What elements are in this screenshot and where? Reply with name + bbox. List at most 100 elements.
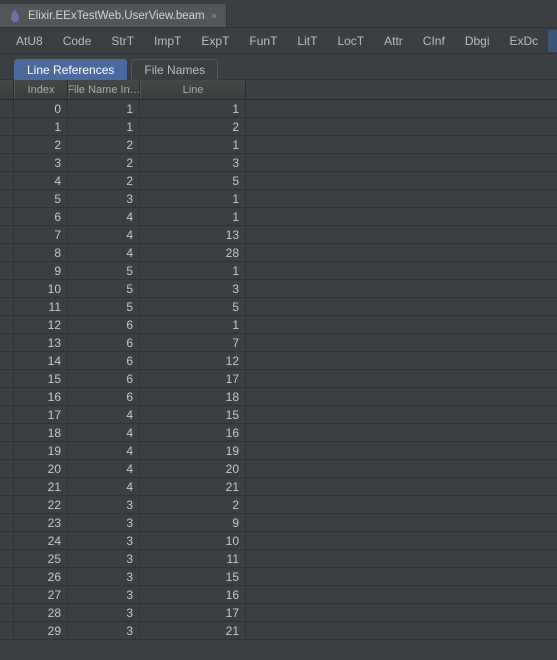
column-header-line[interactable]: Line	[140, 80, 246, 99]
table-row[interactable]: 8428	[0, 244, 557, 262]
row-gutter	[0, 136, 14, 153]
cell-file-name-index: 1	[68, 118, 140, 135]
sub-tab-line-references[interactable]: Line References	[14, 59, 127, 80]
cell-file-name-index: 3	[68, 514, 140, 531]
table-row[interactable]: 25311	[0, 550, 557, 568]
cell-index: 16	[14, 388, 68, 405]
table-row[interactable]: 29321	[0, 622, 557, 640]
chunk-tab-litt[interactable]: LitT	[287, 30, 327, 52]
cell-index: 2	[14, 136, 68, 153]
cell-line: 18	[140, 388, 246, 405]
cell-file-name-index: 4	[68, 406, 140, 423]
row-gutter	[0, 118, 14, 135]
table-row[interactable]: 2232	[0, 496, 557, 514]
cell-line: 15	[140, 568, 246, 585]
column-header-index[interactable]: Index	[14, 80, 68, 99]
row-gutter	[0, 208, 14, 225]
cell-index: 25	[14, 550, 68, 567]
table-row[interactable]: 21421	[0, 478, 557, 496]
cell-file-name-index: 3	[68, 496, 140, 513]
cell-line: 1	[140, 190, 246, 207]
cell-file-name-index: 1	[68, 100, 140, 117]
chunk-tab-dbgi[interactable]: Dbgi	[455, 30, 500, 52]
table-row[interactable]: 1261	[0, 316, 557, 334]
cell-file-name-index: 4	[68, 442, 140, 459]
row-gutter	[0, 100, 14, 117]
cell-line: 2	[140, 118, 246, 135]
row-gutter	[0, 262, 14, 279]
table-row[interactable]: 26315	[0, 568, 557, 586]
close-icon[interactable]: ×	[211, 9, 218, 23]
table-row[interactable]: 641	[0, 208, 557, 226]
chunk-tab-impt[interactable]: ImpT	[144, 30, 191, 52]
table-row[interactable]: 28317	[0, 604, 557, 622]
table-row[interactable]: 27316	[0, 586, 557, 604]
row-gutter	[0, 334, 14, 351]
table-row[interactable]: 011	[0, 100, 557, 118]
cell-index: 24	[14, 532, 68, 549]
table-row[interactable]: 1155	[0, 298, 557, 316]
row-gutter	[0, 460, 14, 477]
table-row[interactable]: 531	[0, 190, 557, 208]
cell-line: 5	[140, 298, 246, 315]
table-row[interactable]: 17415	[0, 406, 557, 424]
cell-line: 17	[140, 370, 246, 387]
row-gutter	[0, 514, 14, 531]
table-row[interactable]: 1053	[0, 280, 557, 298]
table-row[interactable]: 951	[0, 262, 557, 280]
chunk-tab-attr[interactable]: Attr	[374, 30, 413, 52]
table-row[interactable]: 14612	[0, 352, 557, 370]
cell-file-name-index: 2	[68, 154, 140, 171]
cell-index: 27	[14, 586, 68, 603]
table-row[interactable]: 1367	[0, 334, 557, 352]
file-tab[interactable]: Elixir.EExTestWeb.UserView.beam ×	[0, 4, 227, 27]
column-header-file-name-index[interactable]: File Name In…	[68, 80, 140, 99]
row-gutter	[0, 388, 14, 405]
cell-line: 5	[140, 172, 246, 189]
table-row[interactable]: 18416	[0, 424, 557, 442]
chunk-tab-expt[interactable]: ExpT	[191, 30, 239, 52]
sub-tab-file-names[interactable]: File Names	[131, 59, 218, 80]
chunk-tab-funt[interactable]: FunT	[239, 30, 287, 52]
cell-index: 26	[14, 568, 68, 585]
table-row[interactable]: 112	[0, 118, 557, 136]
table-row[interactable]: 2339	[0, 514, 557, 532]
cell-line: 16	[140, 424, 246, 441]
table-row[interactable]: 323	[0, 154, 557, 172]
cell-index: 12	[14, 316, 68, 333]
table-body[interactable]: 0111122213234255316417413842895110531155…	[0, 100, 557, 660]
table-row[interactable]: 24310	[0, 532, 557, 550]
table: Index File Name In… Line 011112221323425…	[0, 80, 557, 660]
cell-file-name-index: 3	[68, 532, 140, 549]
table-row[interactable]: 425	[0, 172, 557, 190]
chunk-tab-loct[interactable]: LocT	[327, 30, 374, 52]
cell-line: 13	[140, 226, 246, 243]
cell-line: 19	[140, 442, 246, 459]
table-row[interactable]: 221	[0, 136, 557, 154]
chunk-tab-exdc[interactable]: ExDc	[500, 30, 549, 52]
table-row[interactable]: 19419	[0, 442, 557, 460]
table-row[interactable]: 20420	[0, 460, 557, 478]
cell-file-name-index: 3	[68, 190, 140, 207]
chunk-tab-code[interactable]: Code	[53, 30, 102, 52]
table-row[interactable]: 16618	[0, 388, 557, 406]
cell-line: 3	[140, 154, 246, 171]
cell-index: 22	[14, 496, 68, 513]
cell-file-name-index: 5	[68, 262, 140, 279]
chunk-tabs: AtU8CodeStrTImpTExpTFunTLitTLocTAttrCInf…	[0, 28, 557, 54]
cell-file-name-index: 5	[68, 298, 140, 315]
row-gutter	[0, 424, 14, 441]
table-row[interactable]: 7413	[0, 226, 557, 244]
cell-index: 1	[14, 118, 68, 135]
cell-file-name-index: 3	[68, 586, 140, 603]
row-gutter	[0, 568, 14, 585]
cell-index: 18	[14, 424, 68, 441]
cell-line: 11	[140, 550, 246, 567]
cell-index: 10	[14, 280, 68, 297]
chunk-tab-strt[interactable]: StrT	[101, 30, 144, 52]
cell-file-name-index: 6	[68, 388, 140, 405]
chunk-tab-cinf[interactable]: CInf	[413, 30, 455, 52]
chunk-tab-line[interactable]: Line	[548, 30, 557, 52]
table-row[interactable]: 15617	[0, 370, 557, 388]
chunk-tab-atu8[interactable]: AtU8	[6, 30, 53, 52]
